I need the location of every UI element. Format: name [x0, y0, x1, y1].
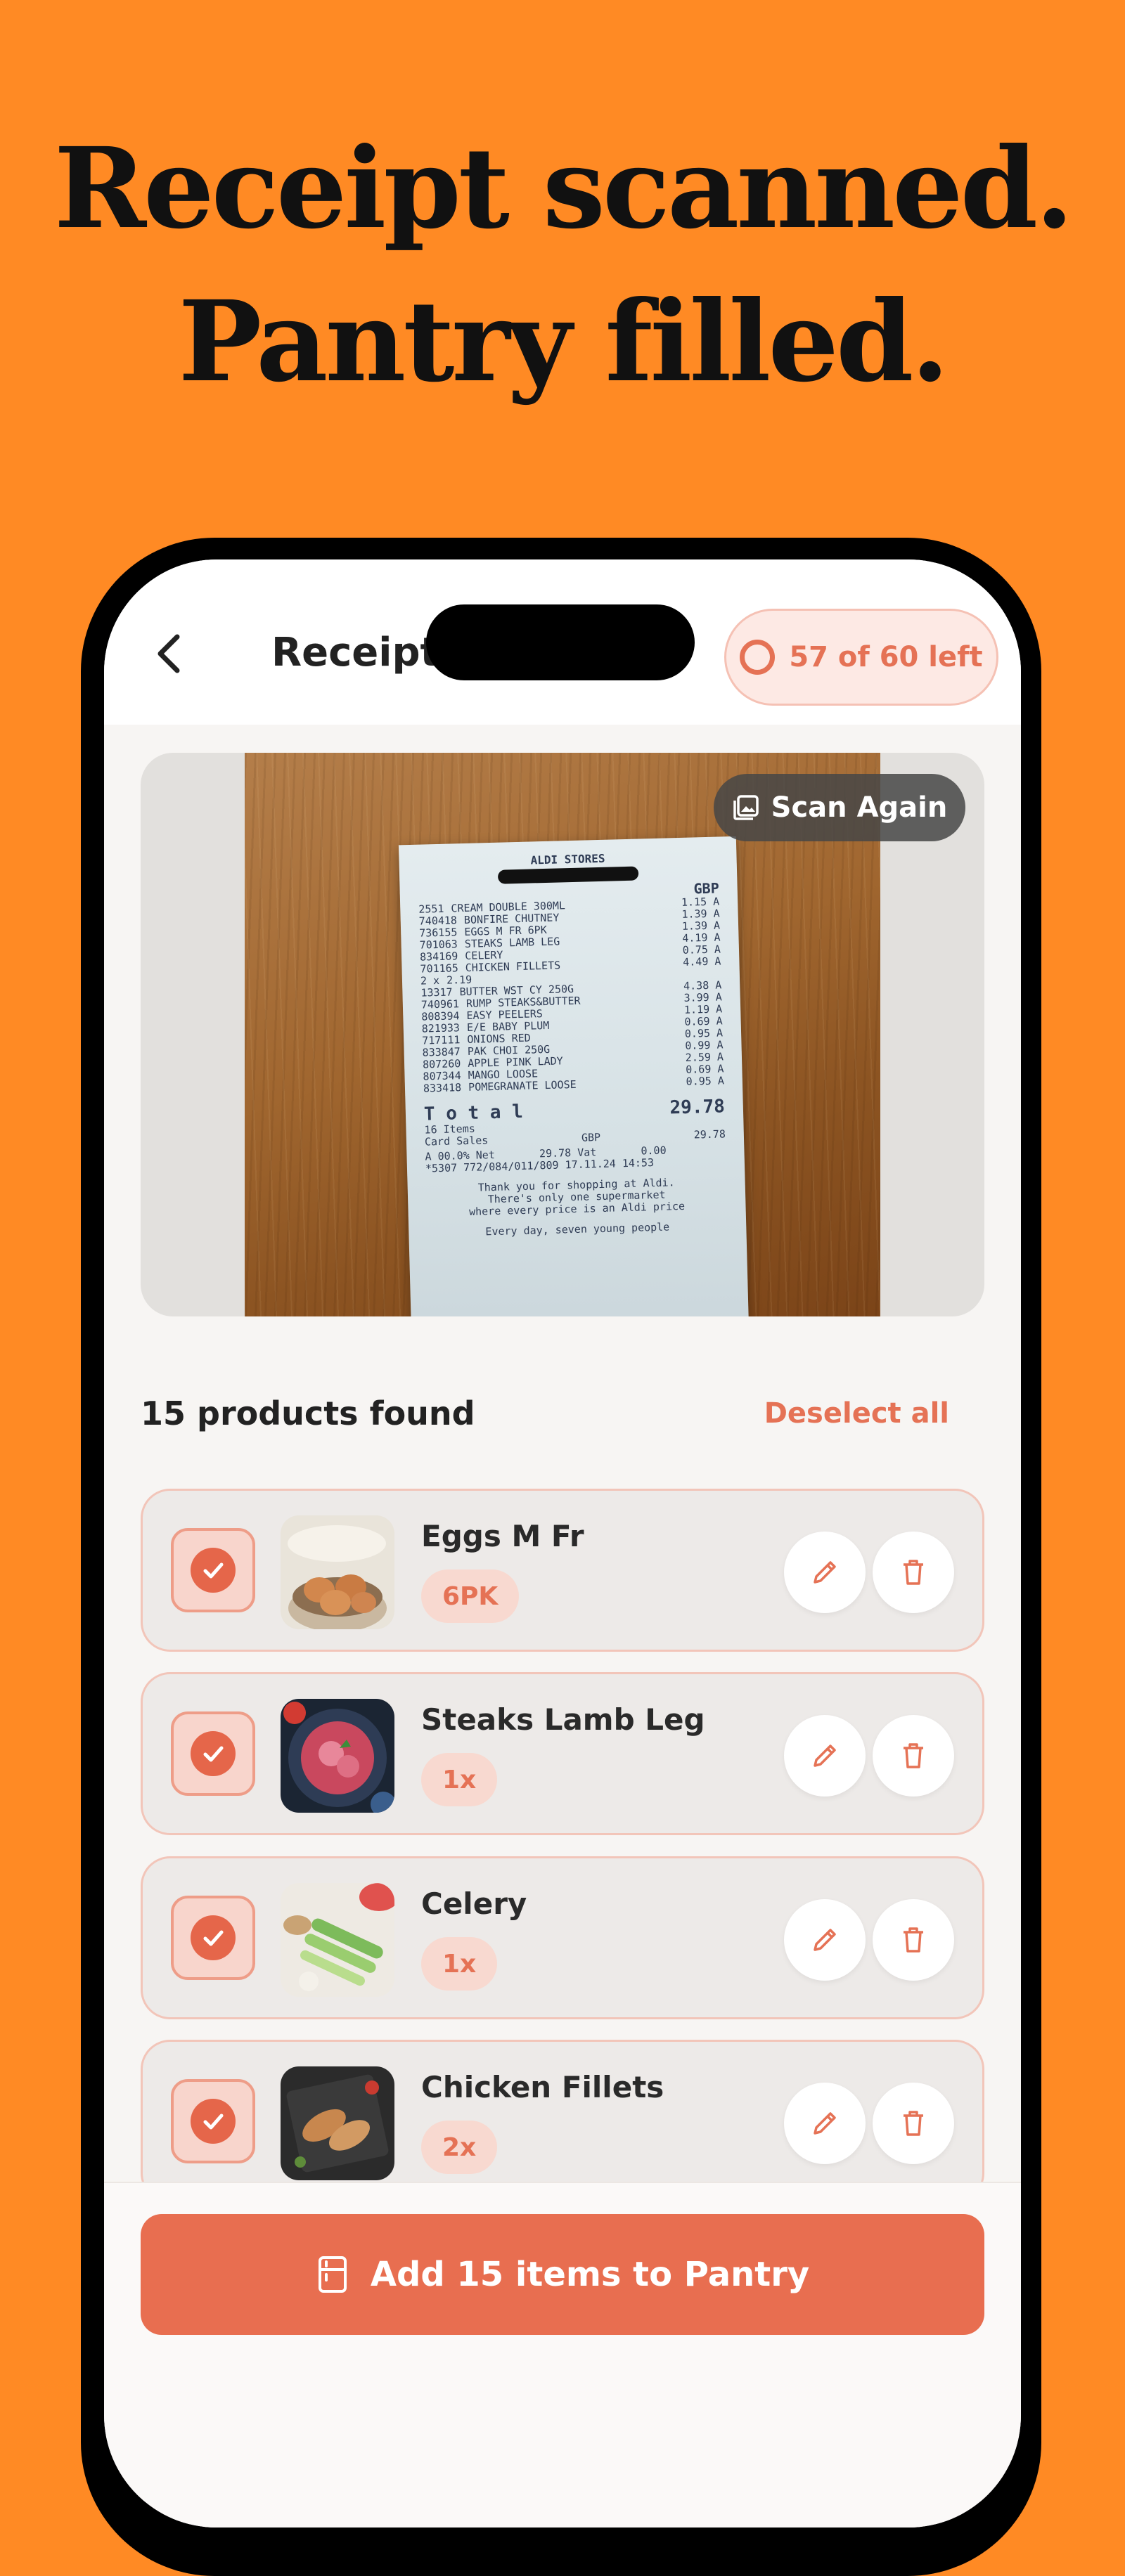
trash-icon — [896, 1923, 930, 1957]
check-icon — [199, 1740, 227, 1768]
redaction-mark — [498, 866, 638, 884]
delete-button[interactable] — [873, 2083, 954, 2164]
trash-icon — [896, 1555, 930, 1589]
product-checkbox[interactable] — [171, 1896, 255, 1980]
products-found-count: 15 products found — [141, 1394, 475, 1432]
receipt-line-item: 833418 — [423, 1082, 462, 1094]
delete-button[interactable] — [873, 1532, 954, 1613]
scan-again-label: Scan Again — [771, 791, 948, 824]
headline-line-1: Receipt scanned. — [0, 112, 1125, 266]
fridge-icon — [316, 2255, 349, 2293]
celery-photo — [281, 1883, 394, 1997]
add-to-pantry-button[interactable]: Add 15 items to Pantry — [141, 2214, 984, 2335]
product-quantity-badge[interactable]: 6PK — [421, 1569, 519, 1623]
receipt-footer-line: Every day, seven young people — [427, 1219, 728, 1239]
scans-left-badge[interactable]: 57 of 60 left — [724, 609, 998, 706]
product-checkbox[interactable] — [171, 1711, 255, 1796]
pencil-icon — [808, 1555, 842, 1589]
scan-again-button[interactable]: Scan Again — [714, 774, 965, 841]
product-item[interactable]: Eggs M Fr 6PK — [141, 1489, 984, 1652]
phone-screen: Receipt S 57 of 60 left ALDI STORES GBP … — [104, 559, 1021, 2528]
pencil-icon — [808, 1923, 842, 1957]
image-icon — [732, 794, 760, 822]
product-item[interactable]: Chicken Fillets 2x — [141, 2040, 984, 2203]
card-sales-label: Card Sales — [425, 1134, 489, 1148]
check-icon — [199, 2107, 227, 2135]
delete-button[interactable] — [873, 1899, 954, 1981]
results-header: 15 products found Deselect all — [141, 1389, 949, 1438]
product-name: Eggs M Fr — [421, 1519, 584, 1553]
scans-left-text: 57 of 60 left — [789, 641, 982, 673]
pencil-icon — [808, 1739, 842, 1773]
edit-button[interactable] — [784, 1532, 866, 1613]
receipt-paper: ALDI STORES GBP 2551CREAM DOUBLE 300ML1.… — [399, 836, 749, 1316]
receipt-total-value: 29.78 — [669, 1096, 725, 1118]
delete-button[interactable] — [873, 1715, 954, 1797]
receipt-store-name: ALDI STORES — [417, 850, 718, 869]
trash-icon — [896, 1739, 930, 1773]
product-item[interactable]: Steaks Lamb Leg 1x — [141, 1672, 984, 1835]
progress-ring-icon — [740, 640, 775, 675]
headline-line-2: Pantry filled. — [0, 266, 1125, 419]
receipt-total-label: T o t a l — [424, 1102, 524, 1125]
card-sales-currency: GBP — [581, 1132, 601, 1144]
receipt-preview: ALDI STORES GBP 2551CREAM DOUBLE 300ML1.… — [141, 753, 984, 1316]
trash-icon — [896, 2106, 930, 2140]
dynamic-island — [426, 604, 695, 680]
pencil-icon — [808, 2106, 842, 2140]
marketing-headline: Receipt scanned. Pantry filled. — [0, 112, 1125, 419]
add-to-pantry-label: Add 15 items to Pantry — [371, 2255, 809, 2294]
edit-button[interactable] — [784, 2083, 866, 2164]
product-name: Steaks Lamb Leg — [421, 1702, 705, 1737]
product-quantity-badge[interactable]: 1x — [421, 1937, 497, 1991]
deselect-all-button[interactable]: Deselect all — [764, 1397, 949, 1430]
back-button[interactable] — [149, 631, 194, 676]
edit-button[interactable] — [784, 1715, 866, 1797]
product-checkbox[interactable] — [171, 1528, 255, 1612]
product-name: Chicken Fillets — [421, 2070, 664, 2104]
product-quantity-badge[interactable]: 2x — [421, 2121, 497, 2174]
product-name: Celery — [421, 1886, 527, 1921]
chicken-fillets-photo — [281, 2066, 394, 2180]
check-icon — [199, 1924, 227, 1952]
receipt-line-item: 2 x — [420, 975, 440, 988]
bottom-action-bar: Add 15 items to Pantry — [104, 2182, 1021, 2528]
receipt-line-price: 0.95 A — [686, 1075, 724, 1087]
receipt-line-price: 4.49 A — [683, 955, 721, 968]
lamb-steak-photo — [281, 1699, 394, 1813]
product-quantity-badge[interactable]: 1x — [421, 1753, 497, 1806]
edit-button[interactable] — [784, 1899, 866, 1981]
card-sales-value: 29.78 — [693, 1128, 726, 1141]
check-icon — [199, 1556, 227, 1584]
product-checkbox[interactable] — [171, 2079, 255, 2163]
eggs-photo — [281, 1515, 394, 1629]
chevron-left-icon — [149, 631, 194, 676]
product-item[interactable]: Celery 1x — [141, 1856, 984, 2019]
